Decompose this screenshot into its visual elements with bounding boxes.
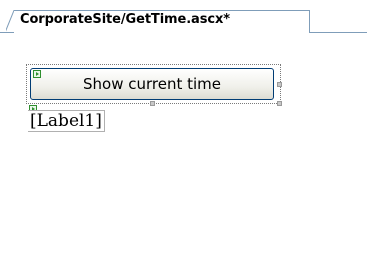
resize-handle-bottom[interactable]: [150, 101, 155, 106]
designer-window: CorporateSite/GetTime.ascx* Show current…: [0, 0, 367, 263]
document-tab-label[interactable]: CorporateSite/GetTime.ascx*: [20, 12, 230, 27]
resize-handle-bottom-right[interactable]: [277, 101, 282, 106]
show-current-time-button[interactable]: Show current time: [30, 68, 274, 100]
resize-handle-right[interactable]: [277, 82, 282, 87]
label1-control[interactable]: [Label1]: [28, 110, 105, 132]
smart-tag-glyph-icon[interactable]: [33, 70, 41, 78]
